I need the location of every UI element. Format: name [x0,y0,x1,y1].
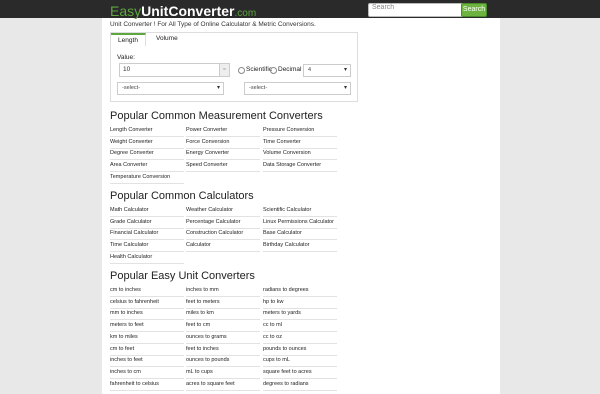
converter-link[interactable]: celsius to fahrenheit [110,299,184,309]
to-unit-select[interactable]: -select- ▾ [244,82,351,95]
converter-link[interactable]: Construction Calculator [186,230,260,241]
top-header-bar [0,0,600,18]
converter-link[interactable]: Weather Calculator [186,207,260,217]
precision-value: 4 [308,67,312,73]
converter-link[interactable]: Power Converter [186,127,260,137]
converter-link[interactable]: Weight Converter [110,139,184,149]
scientific-radio[interactable] [238,67,245,74]
decimal-label: Decimal [278,66,302,73]
section-title: Popular Common Measurement Converters [110,110,323,122]
precision-select[interactable]: 4 ▾ [303,64,351,77]
converter-link[interactable]: feet to cm [186,322,260,333]
converter-link[interactable]: Time Calculator [110,242,184,253]
converter-link[interactable]: Health Calculator [110,254,184,264]
converter-link[interactable]: Scientific Calculator [263,207,337,217]
from-unit-value: -select- [122,85,141,91]
converter-link[interactable]: Volume Conversion [263,150,337,161]
chevron-down-icon: ▾ [343,85,347,91]
to-unit-value: -select- [249,85,268,91]
converter-link[interactable]: pounds to ounces [263,346,337,356]
scientific-label: Scientific [246,66,273,73]
converter-link[interactable]: km to miles [110,334,184,344]
converter-link[interactable]: square feet to acres [263,369,337,379]
converter-link[interactable]: radians to degrees [263,287,337,297]
converter-link[interactable]: mL to cups [186,369,260,379]
converter-link[interactable]: Area Converter [110,162,184,173]
value-input[interactable]: 10 [119,63,222,77]
converter-link[interactable]: inches to mm [186,287,260,297]
converter-link[interactable]: ounces to grams [186,334,260,344]
tagline: Unit Converter ! For All Type of Online … [110,21,316,28]
converter-link[interactable]: feet to inches [186,346,260,356]
section-title: Popular Common Calculators [110,190,254,202]
converter-link[interactable]: Force Conversion [186,139,260,149]
site-logo[interactable]: EasyUnitConverter.com [110,3,256,19]
tab-volume[interactable]: Volume [156,35,178,42]
converter-link[interactable]: Energy Converter [186,150,260,161]
converter-link[interactable]: Percentage Calculator [186,219,260,229]
converter-link[interactable]: Calculator [186,242,260,253]
converter-link[interactable]: Grade Calculator [110,219,184,229]
section-title: Popular Easy Unit Converters [110,270,255,282]
converter-link[interactable]: Linux Permissions Calculator [263,219,337,229]
swap-button[interactable]: = [219,63,230,77]
converter-link[interactable]: Birthday Calculator [263,242,337,253]
converter-link[interactable]: Degree Converter [110,150,184,161]
decimal-radio[interactable] [270,67,277,74]
converter-link[interactable]: degrees to radians [263,381,337,391]
converter-link[interactable]: Speed Converter [186,162,260,173]
search-input[interactable]: Search [368,3,464,17]
converter-link[interactable]: cm to inches [110,287,184,297]
converter-link[interactable]: miles to km [186,310,260,321]
converter-link[interactable]: Base Calculator [263,230,337,241]
converter-link[interactable]: hp to kw [263,299,337,309]
converter-link[interactable]: Time Converter [263,139,337,149]
converter-link[interactable]: mm to inches [110,310,184,321]
converter-link[interactable]: Pressure Conversion [263,127,337,137]
logo-tld: .com [234,8,257,19]
converter-link[interactable]: cc to ml [263,322,337,333]
converter-link[interactable]: fahrenheit to celsius [110,381,184,391]
converter-link[interactable]: Math Calculator [110,207,184,217]
chevron-down-icon: ▾ [343,67,347,73]
converter-link[interactable]: acres to square feet [186,381,260,391]
converter-link[interactable]: cups to mL [263,357,337,368]
converter-link[interactable]: ounces to pounds [186,357,260,368]
converter-link[interactable]: Financial Calculator [110,230,184,241]
converter-link[interactable]: Data Storage Converter [263,162,337,173]
value-label: Value: [117,54,135,61]
converter-link[interactable]: meters to feet [110,322,184,333]
logo-easy: Easy [110,3,142,19]
search-button[interactable]: Search [461,3,487,17]
chevron-down-icon: ▾ [216,85,220,91]
converter-link[interactable]: Length Converter [110,127,184,137]
from-unit-select[interactable]: -select- ▾ [117,82,224,95]
converter-link[interactable]: meters to yards [263,310,337,321]
tab-length[interactable]: Length [111,33,146,46]
converter-link[interactable]: inches to feet [110,357,184,368]
converter-link[interactable]: Temperature Conversion [110,174,184,184]
converter-link[interactable]: feet to meters [186,299,260,309]
converter-link[interactable]: cm to feet [110,346,184,356]
logo-unit: UnitConverter [141,3,235,19]
converter-link[interactable]: inches to cm [110,369,184,379]
converter-link[interactable]: cc to oz [263,334,337,344]
